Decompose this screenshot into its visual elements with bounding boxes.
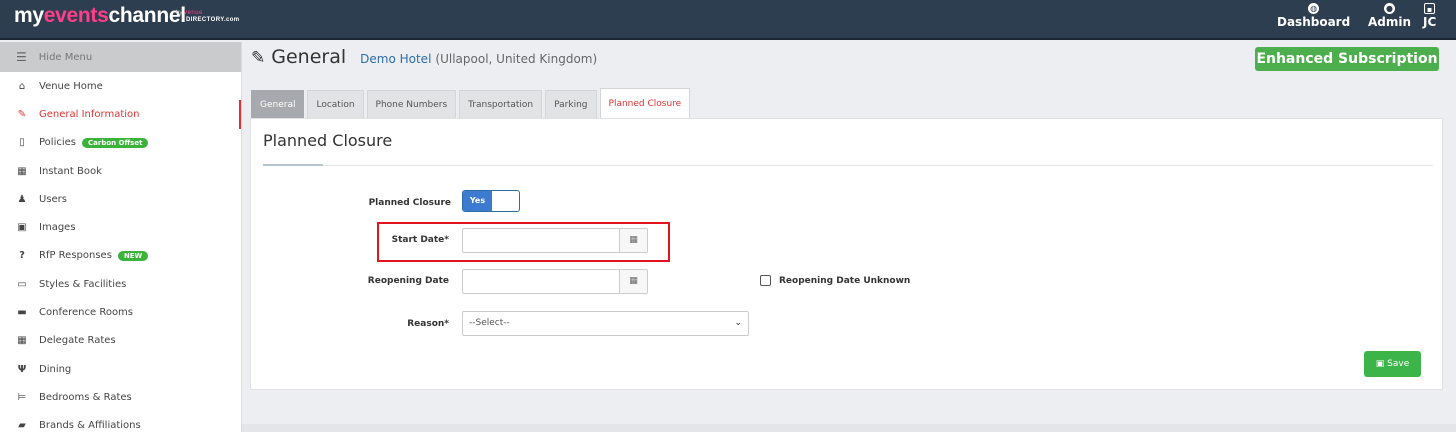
reopening-date-label: Reopening Date — [367, 276, 449, 286]
tab-parking[interactable]: Parking — [545, 90, 597, 119]
sidebar-item-styles-facilities[interactable]: ▭ Styles & Facilities — [0, 270, 241, 298]
question-icon: ? — [19, 250, 25, 262]
logo-text-channel: channel — [108, 4, 187, 27]
document-icon: ▯ — [19, 137, 25, 149]
logo-by: by — [176, 10, 183, 16]
nav-user-label: JC — [1423, 15, 1437, 29]
save-icon: ▣ — [1375, 359, 1385, 369]
sidebar-item-label: Venue Home — [39, 80, 103, 92]
sidebar-item-users[interactable]: ♟ Users — [0, 185, 241, 213]
logo-text-events: events — [43, 4, 109, 27]
tab-general[interactable]: General — [251, 90, 305, 119]
nav-dashboard[interactable]: ◍ Dashboard — [1277, 3, 1350, 29]
planned-closure-panel: Planned Closure Planned Closure Yes Star… — [250, 118, 1443, 390]
tag-icon: ▰ — [18, 420, 26, 432]
logo-venue: venue — [184, 10, 203, 16]
hide-menu-label: Hide Menu — [38, 51, 93, 63]
page-title: General — [271, 46, 347, 68]
sidebar-item-dining[interactable]: Ψ Dining — [0, 355, 241, 383]
start-date-label: Start Date* — [391, 235, 449, 245]
hotel-name-link[interactable]: Demo Hotel — [360, 52, 431, 66]
sidebar-item-venue-home[interactable]: ⌂ Venue Home — [0, 72, 241, 100]
tab-bar: General Location Phone Numbers Transport… — [251, 88, 693, 119]
new-badge: NEW — [117, 250, 149, 261]
sidebar-item-delegate-rates[interactable]: ▦ Delegate Rates — [0, 327, 241, 355]
nav-admin[interactable]: ● Admin — [1368, 3, 1411, 29]
subscription-badge[interactable]: Enhanced Subscription — [1255, 47, 1439, 71]
sidebar-item-label: Conference Rooms — [39, 307, 134, 319]
briefcase-icon: ▬ — [17, 307, 27, 319]
sidebar-item-rfp-responses[interactable]: ? RfP Responses NEW — [0, 242, 241, 270]
tab-transportation[interactable]: Transportation — [459, 90, 543, 119]
nav-user-jc[interactable]: ▪ JC — [1423, 3, 1436, 29]
calendar-icon: ▦ — [17, 165, 27, 177]
sidebar-item-label: Brands & Affiliations — [39, 420, 141, 432]
sidebar-item-label: Bedrooms & Rates — [39, 391, 132, 403]
nav-dashboard-label: Dashboard — [1277, 15, 1351, 29]
edit-icon: ✎ — [251, 48, 266, 68]
sidebar-item-label: RfP Responses — [39, 250, 112, 262]
user-square-icon: ▪ — [1424, 3, 1436, 14]
logo-text-my: my — [14, 4, 44, 27]
reopening-date-field[interactable]: ▦ — [462, 269, 648, 294]
calendar-icon[interactable]: ▦ — [619, 270, 647, 293]
panel-heading: Planned Closure — [263, 131, 393, 150]
bed-icon: ⊨ — [17, 391, 27, 403]
tab-location[interactable]: Location — [307, 90, 364, 119]
top-navbar: myeventschannel by venue DIRECTORY.com ◍… — [0, 0, 1456, 40]
cutlery-icon: Ψ — [17, 363, 27, 375]
sidebar-item-label: Dining — [39, 363, 72, 375]
sidebar-item-brands-affiliations[interactable]: ▰ Brands & Affiliations — [0, 412, 241, 432]
sidebar-item-label: Users — [39, 193, 68, 205]
logo-byline: by venue DIRECTORY.com — [176, 10, 240, 24]
tab-phone-numbers[interactable]: Phone Numbers — [366, 90, 457, 119]
hamburger-icon: ☰ — [16, 50, 27, 64]
logo[interactable]: myeventschannel — [14, 4, 186, 28]
sidebar: ☰ Hide Menu ⌂ Venue Home ✎ General Informa… — [0, 42, 242, 432]
sidebar-item-instant-book[interactable]: ▦ Instant Book — [0, 157, 241, 185]
toggle-yes: Yes — [463, 191, 492, 211]
user-icon: ♟ — [17, 193, 27, 205]
planned-closure-toggle[interactable]: Yes — [462, 190, 520, 212]
logo-directory: DIRECTORY.com — [186, 17, 240, 23]
sidebar-item-label: Images — [39, 222, 76, 234]
start-date-field[interactable]: ▦ — [462, 228, 648, 253]
sidebar-item-bedrooms-rates[interactable]: ⊨ Bedrooms & Rates — [0, 383, 241, 411]
sidebar-item-label: General Information — [39, 108, 140, 120]
sidebar-item-conference-rooms[interactable]: ▬ Conference Rooms — [0, 298, 241, 326]
reopening-unknown-label[interactable]: Reopening Date Unknown — [779, 276, 910, 286]
calendar-icon[interactable]: ▦ — [619, 229, 647, 252]
sidebar-item-label: Delegate Rates — [39, 335, 116, 347]
save-button[interactable]: ▣ Save — [1364, 351, 1421, 377]
sidebar-item-policies[interactable]: ▯ Policies Carbon Offset — [0, 129, 241, 157]
user-circle-icon: ● — [1384, 3, 1396, 14]
sidebar-item-label: Styles & Facilities — [39, 278, 127, 290]
hotel-location: (Ullapool, United Kingdom) — [435, 52, 598, 66]
sidebar-item-images[interactable]: ▣ Images — [0, 213, 241, 241]
hide-menu-button[interactable]: ☰ Hide Menu — [0, 42, 241, 72]
divider-accent — [263, 164, 323, 166]
save-label: Save — [1387, 359, 1410, 369]
calculator-icon: ▦ — [17, 335, 27, 347]
dashboard-icon: ◍ — [1308, 3, 1320, 14]
image-icon: ▣ — [17, 222, 27, 234]
home-icon: ⌂ — [18, 80, 26, 92]
page-header: ✎ General Demo Hotel (Ullapool, United K… — [251, 46, 597, 68]
sidebar-item-label: Instant Book — [39, 165, 102, 177]
chevron-down-icon: ⌄ — [734, 318, 742, 328]
reason-selected-value: --Select-- — [469, 318, 510, 328]
nav-admin-label: Admin — [1368, 15, 1412, 29]
tab-planned-closure[interactable]: Planned Closure — [599, 88, 691, 119]
page-footer-strip — [242, 424, 1456, 432]
divider — [263, 165, 1433, 166]
reason-label: Reason* — [407, 319, 449, 329]
planned-closure-label: Planned Closure — [368, 198, 451, 208]
monitor-icon: ▭ — [17, 278, 27, 290]
reason-select[interactable]: --Select-- ⌄ — [462, 311, 749, 336]
edit-icon: ✎ — [17, 108, 27, 120]
reopening-unknown-checkbox[interactable] — [760, 275, 771, 286]
sidebar-item-general-information[interactable]: ✎ General Information — [0, 100, 241, 129]
sidebar-item-label: Policies — [39, 137, 76, 149]
carbon-offset-badge: Carbon Offset — [82, 137, 149, 148]
